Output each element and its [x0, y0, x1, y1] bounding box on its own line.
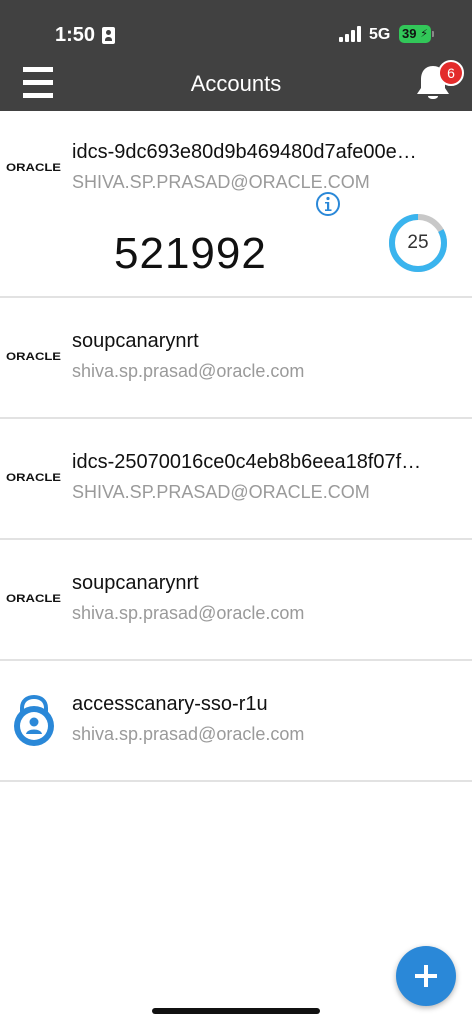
countdown-seconds: 25: [407, 232, 429, 253]
status-time: 1:50: [55, 24, 96, 46]
account-email: shiva.sp.prasad@oracle.com: [72, 361, 305, 381]
account-name: soupcanarynrt: [72, 330, 199, 352]
notification-badge: 6: [438, 60, 464, 86]
info-icon[interactable]: [315, 191, 341, 217]
account-name: idcs-25070016ce0c4eb8b6eea18f07f…: [72, 451, 422, 473]
oracle-logo-text: ORACLE: [6, 472, 61, 484]
account-name: soupcanarynrt: [72, 572, 199, 594]
account-email: shiva.sp.prasad@oracle.com: [72, 724, 305, 744]
id-card-icon: [102, 27, 115, 44]
account-name: accesscanary-sso-r1u: [72, 693, 268, 715]
battery-level: 39: [402, 26, 417, 41]
signal-icon: [339, 26, 363, 42]
account-name: idcs-9dc693e80d9b469480d7afe00e…: [72, 141, 417, 163]
account-item[interactable]: accesscanary-sso-r1u shiva.sp.prasad@ora…: [0, 661, 472, 782]
battery-icon: 39 ⚡: [399, 25, 434, 43]
account-item[interactable]: ORACLE idcs-9dc693e80d9b469480d7afe00e… …: [0, 111, 472, 298]
oracle-logo: ORACLE: [6, 351, 61, 363]
home-indicator: [152, 1008, 320, 1014]
account-item[interactable]: ORACLE soupcanarynrt shiva.sp.prasad@ora…: [0, 298, 472, 419]
lock-person-icon: [14, 695, 54, 746]
oracle-logo-text: ORACLE: [6, 593, 61, 605]
accounts-list: ORACLE idcs-9dc693e80d9b469480d7afe00e… …: [0, 111, 472, 782]
app-header: 1:50 5G 39 ⚡ Accounts 6: [0, 0, 472, 111]
account-item[interactable]: ORACLE soupcanarynrt shiva.sp.prasad@ora…: [0, 540, 472, 661]
otp-code: 521992: [114, 229, 267, 278]
account-email: SHIVA.SP.PRASAD@ORACLE.COM: [72, 172, 370, 192]
charging-bolt-icon: ⚡: [420, 28, 428, 40]
add-account-button[interactable]: [396, 946, 456, 1006]
oracle-logo: ORACLE: [6, 162, 61, 174]
network-type: 5G: [369, 26, 391, 43]
oracle-logo-text: ORACLE: [6, 162, 61, 174]
account-item[interactable]: ORACLE idcs-25070016ce0c4eb8b6eea18f07f……: [0, 419, 472, 540]
account-email: shiva.sp.prasad@oracle.com: [72, 603, 305, 623]
oracle-logo: ORACLE: [6, 593, 61, 605]
account-email: SHIVA.SP.PRASAD@ORACLE.COM: [72, 482, 370, 502]
oracle-logo: ORACLE: [6, 472, 61, 484]
page-title: Accounts: [190, 71, 282, 96]
oracle-logo-text: ORACLE: [6, 351, 61, 363]
